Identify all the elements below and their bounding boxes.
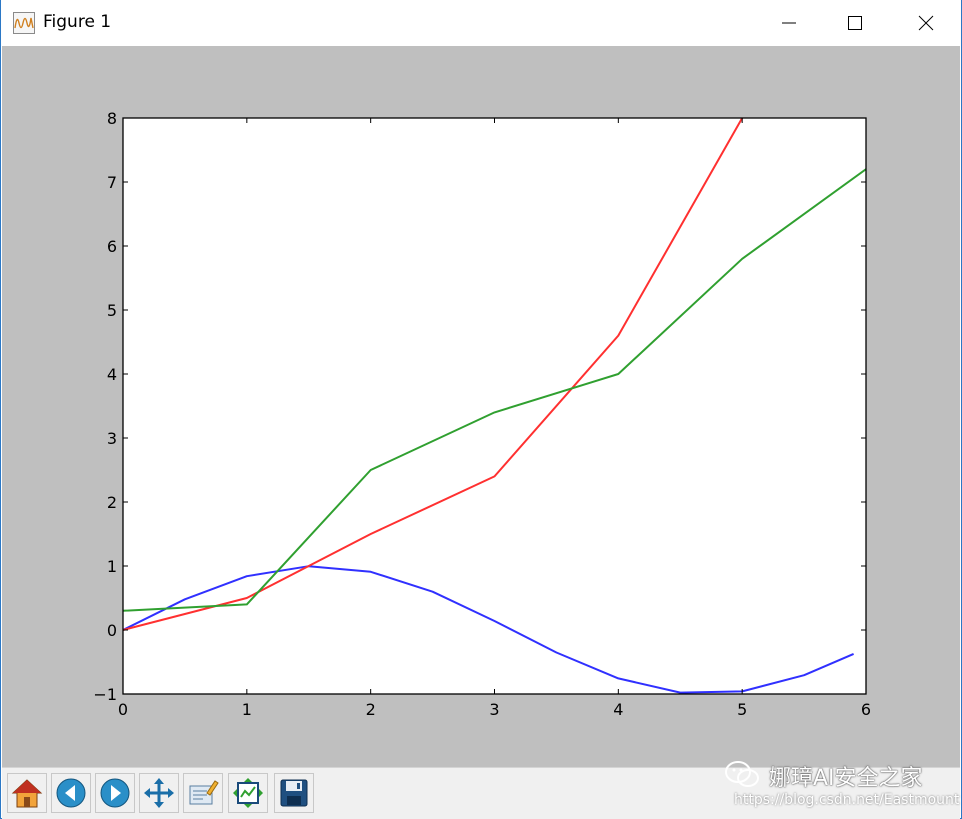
x-tick-label: 0 bbox=[118, 700, 128, 719]
maximize-icon bbox=[848, 16, 862, 30]
y-tick-label: 4 bbox=[107, 365, 117, 384]
window-title: Figure 1 bbox=[43, 12, 112, 32]
y-tick-label: 8 bbox=[107, 109, 117, 128]
close-button[interactable] bbox=[903, 0, 949, 46]
close-icon bbox=[918, 15, 934, 31]
minimize-icon bbox=[782, 22, 796, 24]
back-button[interactable] bbox=[51, 773, 91, 813]
x-tick-label: 6 bbox=[861, 700, 871, 719]
y-tick-label: 6 bbox=[107, 237, 117, 256]
subplots-config-icon bbox=[233, 778, 263, 808]
x-tick-label: 4 bbox=[613, 700, 623, 719]
y-tick-label: 7 bbox=[107, 173, 117, 192]
home-icon bbox=[11, 779, 43, 808]
zoom-button[interactable] bbox=[183, 773, 223, 813]
forward-button[interactable] bbox=[95, 773, 135, 813]
x-tick-label: 5 bbox=[737, 700, 747, 719]
watermark-url: https://blog.csdn.net/Eastmount bbox=[734, 792, 960, 808]
title-bar[interactable]: Figure 1 bbox=[1, 0, 961, 46]
move-icon bbox=[144, 778, 174, 808]
save-disk-icon bbox=[280, 779, 308, 807]
y-tick-label: 3 bbox=[107, 429, 117, 448]
plot-area bbox=[123, 118, 866, 694]
matplotlib-figure-icon bbox=[13, 12, 35, 34]
x-tick-label: 2 bbox=[366, 700, 376, 719]
y-tick-label: 2 bbox=[107, 493, 117, 512]
minimize-button[interactable] bbox=[766, 0, 812, 46]
maximize-button[interactable] bbox=[832, 0, 878, 46]
zoom-rect-icon bbox=[189, 780, 219, 805]
home-button[interactable] bbox=[7, 773, 47, 813]
x-tick-label: 3 bbox=[489, 700, 499, 719]
wechat-icon bbox=[725, 761, 759, 787]
y-tick-label: 5 bbox=[107, 301, 117, 320]
pan-button[interactable] bbox=[139, 773, 179, 813]
save-button[interactable] bbox=[274, 773, 314, 813]
figure-window: Figure 1 0 1 2 3 4 5 6 −1 0 1 2 3 4 5 6 7 8 bbox=[0, 0, 962, 819]
back-arrow-icon bbox=[56, 778, 86, 808]
watermark-text: 娜璋AI安全之家 bbox=[769, 766, 923, 791]
subplots-button[interactable] bbox=[228, 773, 268, 813]
figure-canvas[interactable]: 0 1 2 3 4 5 6 −1 0 1 2 3 4 5 6 7 8 bbox=[2, 46, 960, 767]
y-tick-label: 0 bbox=[107, 621, 117, 640]
x-tick-label: 1 bbox=[242, 700, 252, 719]
forward-arrow-icon bbox=[100, 778, 130, 808]
y-tick-label: 1 bbox=[107, 557, 117, 576]
line-chart: 0 1 2 3 4 5 6−1012345678 bbox=[93, 109, 871, 719]
y-tick-label: −1 bbox=[93, 685, 117, 704]
